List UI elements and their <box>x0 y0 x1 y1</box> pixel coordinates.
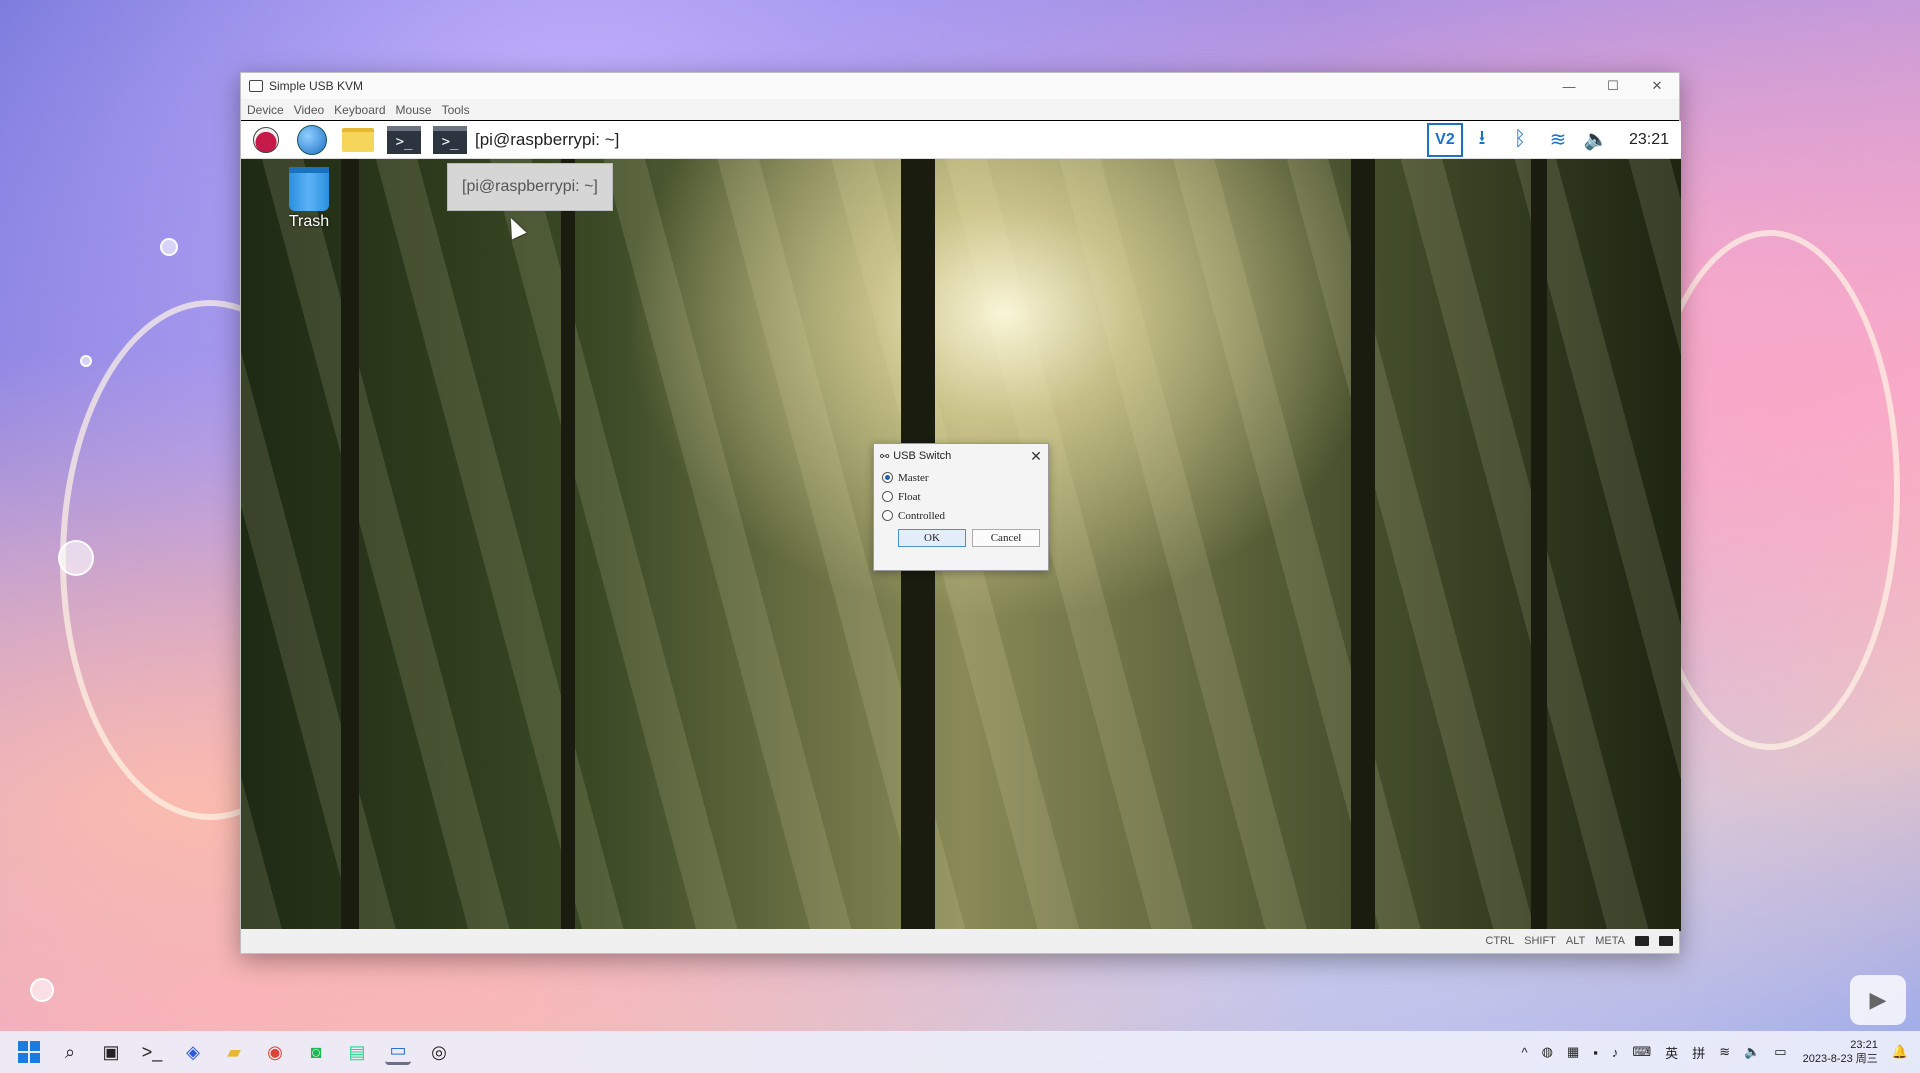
usb-switch-dialog: ⚯ USB Switch ✕ Master Float Controlled O… <box>873 443 1049 571</box>
minimize-button[interactable]: — <box>1547 73 1591 99</box>
window-title: Simple USB KVM <box>269 79 364 93</box>
system-tray: ^ ◍ ▦ ▪ ♪ ⌨ 英 拼 ≋ 🔈 ▭ 23:21 2023-8-23 周三… <box>1508 1038 1920 1066</box>
app-icon[interactable]: ◈ <box>180 1039 206 1065</box>
menu-mouse[interactable]: Mouse <box>396 103 432 117</box>
radio-button[interactable] <box>882 491 893 502</box>
menu-keyboard[interactable]: Keyboard <box>334 103 385 117</box>
mouse-cursor-icon <box>503 214 527 240</box>
menu-tools[interactable]: Tools <box>442 103 470 117</box>
dialog-title: USB Switch <box>893 450 952 462</box>
alt-key-indicator[interactable]: ALT <box>1566 935 1585 947</box>
chrome-icon[interactable]: ◉ <box>262 1039 288 1065</box>
shift-key-indicator[interactable]: SHIFT <box>1524 935 1556 947</box>
start-icon[interactable] <box>16 1039 42 1065</box>
tray-display-icon[interactable]: ▪ <box>1593 1045 1598 1060</box>
dialog-close-button[interactable]: ✕ <box>1024 448 1048 465</box>
obs-icon[interactable]: ◎ <box>426 1039 452 1065</box>
taskbar-clock[interactable]: 23:21 2023-8-23 周三 <box>1803 1038 1878 1066</box>
pi-clock: 23:21 <box>1628 130 1669 148</box>
keyboard-icon[interactable] <box>1659 936 1673 946</box>
tray-app-icon[interactable]: ▦ <box>1567 1044 1579 1060</box>
usb-icon: ⚯ <box>880 450 890 463</box>
kvm-window: Simple USB KVM — ☐ ✕ Device Video Keyboa… <box>240 72 1681 954</box>
window-controls: — ☐ ✕ <box>1547 73 1679 99</box>
tray-app-icon[interactable]: ◍ <box>1542 1044 1553 1060</box>
radio-button-checked[interactable] <box>882 472 893 483</box>
microphone-icon[interactable]: ♪ <box>1612 1045 1619 1060</box>
ok-button[interactable]: OK <box>898 529 966 547</box>
pi-desktop-wallpaper[interactable]: Trash [pi@raspberrypi: ~] ⚯ USB Switch ✕… <box>241 159 1681 931</box>
radio-float[interactable]: Float <box>874 487 1048 506</box>
volume-icon[interactable]: 🔈 <box>1577 122 1615 158</box>
wallpaper-bubble <box>58 540 94 576</box>
radio-label: Master <box>898 471 929 484</box>
windows-taskbar: ⌕ ▣ >_ ◈ ▰ ◉ ◙ ▤ ▭ ◎ ^ ◍ ▦ ▪ ♪ ⌨ 英 拼 ≋ 🔈… <box>0 1031 1920 1073</box>
keyboard-icon[interactable]: ⌨ <box>1632 1044 1651 1060</box>
notification-bell-icon[interactable]: 🔔 <box>1892 1044 1908 1060</box>
radio-label: Controlled <box>898 509 946 522</box>
title-bar[interactable]: Simple USB KVM — ☐ ✕ <box>241 73 1679 99</box>
wallpaper-tree <box>561 159 575 931</box>
task-view-icon[interactable]: ▣ <box>98 1039 124 1065</box>
status-bar: CTRL SHIFT ALT META <box>241 929 1679 953</box>
raspberry-menu-icon[interactable] <box>249 125 283 155</box>
bluetooth-icon[interactable]: ᛒ <box>1501 122 1539 158</box>
trash-desktop-icon[interactable]: Trash <box>279 167 339 231</box>
trash-icon <box>289 167 329 211</box>
file-manager-folder-icon[interactable] <box>341 125 375 155</box>
vnc-icon[interactable]: V2 <box>1426 122 1463 157</box>
browser-globe-icon[interactable] <box>295 124 329 155</box>
dialog-title-bar[interactable]: ⚯ USB Switch ✕ <box>874 444 1048 468</box>
download-icon[interactable]: ⭳ <box>1463 122 1501 158</box>
wallpaper-bubble <box>80 355 92 367</box>
radio-button[interactable] <box>882 510 893 521</box>
tray-chevron-icon[interactable]: ^ <box>1522 1045 1528 1060</box>
pi-taskbar: >_ >_ [pi@raspberrypi: ~] V2 ⭳ ᛒ ≋ 🔈 23:… <box>241 121 1681 159</box>
window-task-button[interactable]: [pi@raspberrypi: ~] <box>475 130 619 150</box>
dialog-buttons: OK Cancel <box>874 525 1048 547</box>
volume-icon[interactable]: 🔈 <box>1744 1044 1760 1060</box>
pi-tray: V2 ⭳ ᛒ ≋ 🔈 23:21 <box>1426 121 1681 158</box>
close-button[interactable]: ✕ <box>1635 73 1679 99</box>
video-camera-icon[interactable] <box>1635 936 1649 946</box>
ime-mode-indicator[interactable]: 拼 <box>1692 1043 1705 1062</box>
menu-video[interactable]: Video <box>294 103 324 117</box>
pycharm-icon[interactable]: ▤ <box>344 1039 370 1065</box>
app-green-icon[interactable]: ◙ <box>303 1039 329 1065</box>
wallpaper-tree <box>341 159 359 931</box>
taskbar-time: 23:21 <box>1850 1039 1878 1051</box>
cancel-button[interactable]: Cancel <box>972 529 1040 547</box>
search-icon[interactable]: ⌕ <box>57 1039 83 1065</box>
radio-master[interactable]: Master <box>874 468 1048 487</box>
wallpaper-tree <box>1351 159 1375 931</box>
monitor-icon <box>249 80 263 92</box>
wallpaper-bubble <box>160 238 178 256</box>
terminal-icon[interactable]: >_ <box>387 125 421 155</box>
wallpaper-bubble <box>30 978 54 1002</box>
ctrl-key-indicator[interactable]: CTRL <box>1485 935 1514 947</box>
kvm-app-icon[interactable]: ▭ <box>385 1039 411 1065</box>
wifi-icon[interactable]: ≋ <box>1539 122 1577 158</box>
taskbar-date: 2023-8-23 周三 <box>1802 1053 1878 1065</box>
terminal-window-icon[interactable]: >_ <box>433 125 467 155</box>
window-tooltip: [pi@raspberrypi: ~] <box>447 163 613 211</box>
wallpaper-tree <box>1531 159 1547 931</box>
meta-key-indicator[interactable]: META <box>1595 935 1625 947</box>
file-explorer-icon[interactable]: ▰ <box>221 1039 247 1065</box>
remote-screen[interactable]: >_ >_ [pi@raspberrypi: ~] V2 ⭳ ᛒ ≋ 🔈 23:… <box>241 121 1681 931</box>
battery-icon[interactable]: ▭ <box>1774 1044 1786 1060</box>
ime-language-indicator[interactable]: 英 <box>1665 1043 1678 1062</box>
radio-controlled[interactable]: Controlled <box>874 506 1048 525</box>
menu-bar: Device Video Keyboard Mouse Tools <box>241 99 1679 121</box>
maximize-button[interactable]: ☐ <box>1591 73 1635 99</box>
menu-device[interactable]: Device <box>247 103 284 117</box>
terminal-icon[interactable]: >_ <box>139 1039 165 1065</box>
radio-label: Float <box>898 490 921 503</box>
trash-label: Trash <box>288 213 330 230</box>
floating-play-button[interactable]: ▶ <box>1850 975 1906 1025</box>
wifi-icon[interactable]: ≋ <box>1719 1044 1730 1060</box>
